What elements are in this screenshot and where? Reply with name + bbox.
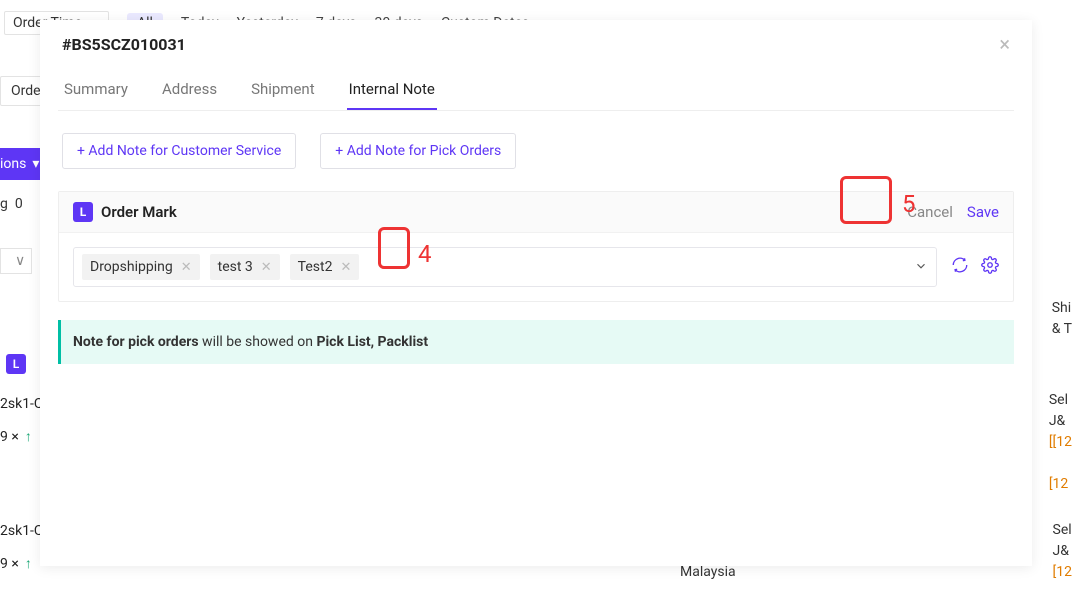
gear-icon[interactable] <box>981 256 999 278</box>
tag-chip-test2: Test2 ✕ <box>290 254 360 280</box>
tag-chip-dropshipping: Dropshipping ✕ <box>82 254 200 280</box>
tab-address[interactable]: Address <box>160 70 219 110</box>
modal-tabs: Summary Address Shipment Internal Note <box>58 70 1014 111</box>
remove-tag-icon[interactable]: ✕ <box>340 260 351 275</box>
refresh-icon[interactable] <box>951 256 969 278</box>
order-mark-tag-input[interactable]: Dropshipping ✕ test 3 ✕ Test2 ✕ <box>73 247 937 287</box>
order-mark-card: L Order Mark Cancel Save Dropshipping ✕ … <box>58 191 1014 302</box>
add-note-cs-button[interactable]: + Add Note for Customer Service <box>62 133 296 169</box>
tab-shipment[interactable]: Shipment <box>249 70 317 110</box>
close-icon[interactable]: × <box>999 34 1010 54</box>
remove-tag-icon[interactable]: ✕ <box>261 260 272 275</box>
remove-tag-icon[interactable]: ✕ <box>181 260 192 275</box>
tag-chip-test3: test 3 ✕ <box>210 254 280 280</box>
cancel-button[interactable]: Cancel <box>907 203 953 221</box>
chevron-down-icon[interactable] <box>914 258 928 277</box>
tab-summary[interactable]: Summary <box>62 70 130 110</box>
add-note-pick-button[interactable]: + Add Note for Pick Orders <box>320 133 516 169</box>
tab-internal-note[interactable]: Internal Note <box>347 70 437 110</box>
order-modal: #BS5SCZ010031 × Summary Address Shipment… <box>40 20 1032 566</box>
order-mark-badge: L <box>73 202 93 222</box>
pick-note-info-banner: Note for pick orders will be showed on P… <box>58 320 1014 364</box>
save-button[interactable]: Save <box>967 203 999 221</box>
modal-title: #BS5SCZ010031 <box>62 35 186 54</box>
order-mark-title: Order Mark <box>101 203 177 221</box>
